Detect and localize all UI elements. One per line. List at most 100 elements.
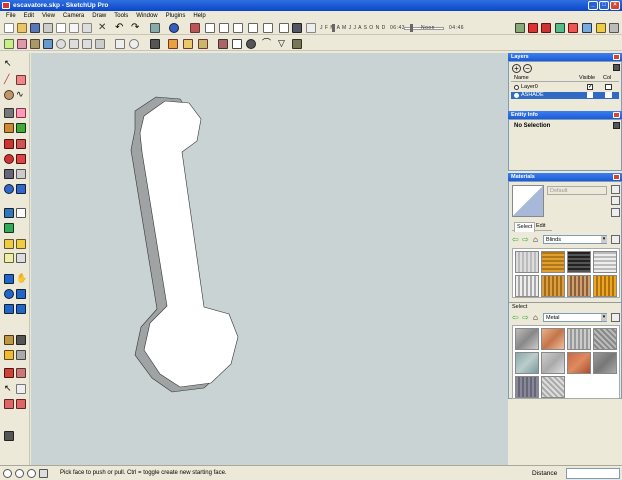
home-icon[interactable] [263,23,273,33]
select-icon[interactable] [218,39,228,49]
help-icon[interactable] [39,469,48,478]
camera-back-icon[interactable] [248,23,258,33]
camera-top-icon[interactable] [205,23,215,33]
back-arrow-icon-2[interactable]: ⇦ [512,314,519,322]
dimension-icon[interactable] [16,253,26,263]
model-viewport[interactable] [31,53,508,465]
get-models-icon[interactable] [515,23,525,33]
forward-arrow-icon[interactable]: ⇨ [522,236,529,244]
follow-me-icon[interactable] [4,154,14,164]
tab-select[interactable]: Select [514,222,536,232]
material-swatch[interactable] [515,352,539,374]
zoom-extents-icon[interactable] [4,223,14,233]
eraser-tool-icon[interactable] [16,108,26,118]
orbit-small-icon[interactable] [129,39,139,49]
copy-icon[interactable] [56,23,66,33]
forward-arrow-icon-2[interactable]: ⇨ [522,314,529,322]
sample-paint-icon[interactable] [611,196,620,205]
arrow-small-icon[interactable]: ↖ [4,384,14,394]
axes-icon[interactable] [16,350,26,360]
open-icon[interactable] [17,23,27,33]
paste-icon[interactable] [69,23,79,33]
default-material-icon[interactable] [611,208,620,217]
camera-front-icon[interactable] [219,23,229,33]
active-layer-radio[interactable] [514,85,519,90]
zoom-box-icon[interactable] [16,289,26,299]
material-swatch[interactable] [515,275,539,297]
material-swatch[interactable] [593,251,617,273]
layer-visible-checkbox[interactable] [587,92,593,98]
hidden-line-icon[interactable] [69,39,79,49]
menu-help[interactable]: Help [189,11,209,21]
close-icon[interactable]: × [610,1,620,10]
material-library-select[interactable]: Blinds [543,235,607,244]
material-swatch[interactable] [567,328,591,350]
shadows-toggle-icon[interactable] [292,23,302,33]
geo-location-icon[interactable] [3,469,12,478]
layer-row-selected[interactable]: ASHADE [511,92,619,99]
circle-icon[interactable] [246,39,256,49]
redo-icon[interactable]: ↷ [131,23,141,33]
scale-tool-icon[interactable] [16,154,26,164]
home-library-icon[interactable]: ⌂ [533,236,538,244]
layers-close-icon[interactable] [613,54,620,60]
look-around-icon[interactable] [16,239,26,249]
layer-visible-checkbox[interactable]: ✓ [587,84,593,90]
hand-pan-icon[interactable]: ✋ [16,274,27,284]
material-swatch[interactable] [541,275,565,297]
material-swatch[interactable] [515,251,539,273]
delete-layer-icon[interactable]: − [523,64,532,73]
offset-tool-icon[interactable] [4,169,14,179]
share-model-icon[interactable] [528,23,538,33]
distance-input[interactable] [566,468,620,479]
section-plane-icon[interactable] [4,253,14,263]
zoom-tool-icon[interactable] [4,184,14,194]
position-camera-icon[interactable] [4,335,14,345]
layer-color-swatch[interactable] [605,84,612,90]
undo-icon[interactable]: ↶ [115,23,125,33]
google-earth-icon[interactable] [555,23,565,33]
entity-info-close-icon[interactable] [613,112,620,118]
section-icon[interactable] [16,384,26,394]
footprints-icon[interactable] [16,335,26,345]
orbit-icon[interactable] [4,274,14,284]
material-library-select-2[interactable]: Metal [543,313,607,322]
material-swatch[interactable] [541,376,565,398]
save-icon[interactable] [30,23,40,33]
material-swatch[interactable] [541,352,565,374]
material-name-field[interactable]: Default [547,186,607,195]
layers-details-icon[interactable] [613,64,620,71]
material-swatch[interactable] [567,251,591,273]
extension-icon[interactable] [596,23,606,33]
fog-icon[interactable] [306,23,316,33]
close-x-icon[interactable]: ✕ [98,23,108,33]
material-swatch[interactable] [593,328,617,350]
material-swatch[interactable] [515,376,539,398]
cut-icon[interactable] [43,23,53,33]
material-swatch[interactable] [567,352,591,374]
entity-info-header[interactable]: Entity Info [508,111,622,119]
credits-icon[interactable] [15,469,24,478]
sandbox-icon[interactable] [16,399,26,409]
paint-bucket-icon[interactable] [16,123,26,133]
camera-iso-icon[interactable] [190,23,200,33]
menu-camera[interactable]: Camera [59,11,88,21]
text-tool-icon[interactable] [4,368,14,378]
material-swatch[interactable] [515,328,539,350]
material-swatch[interactable] [567,275,591,297]
get-photo-icon[interactable] [582,23,592,33]
library-details-icon[interactable] [611,235,620,244]
move-tool-icon[interactable] [4,139,14,149]
library-details-icon-2[interactable] [611,313,620,322]
layer-radio[interactable] [514,93,519,98]
interact-icon[interactable] [4,399,14,409]
erase-icon[interactable] [82,23,92,33]
protractor-icon[interactable] [4,350,14,360]
back-arrow-icon[interactable]: ⇦ [512,236,519,244]
user-icon[interactable] [27,469,36,478]
walk-tool-icon[interactable] [4,239,14,249]
component-box-icon[interactable] [168,39,178,49]
pan-tool-icon[interactable] [16,208,26,218]
arc-icon[interactable]: ⌒ [262,39,272,49]
preview-earth-icon[interactable] [568,23,578,33]
